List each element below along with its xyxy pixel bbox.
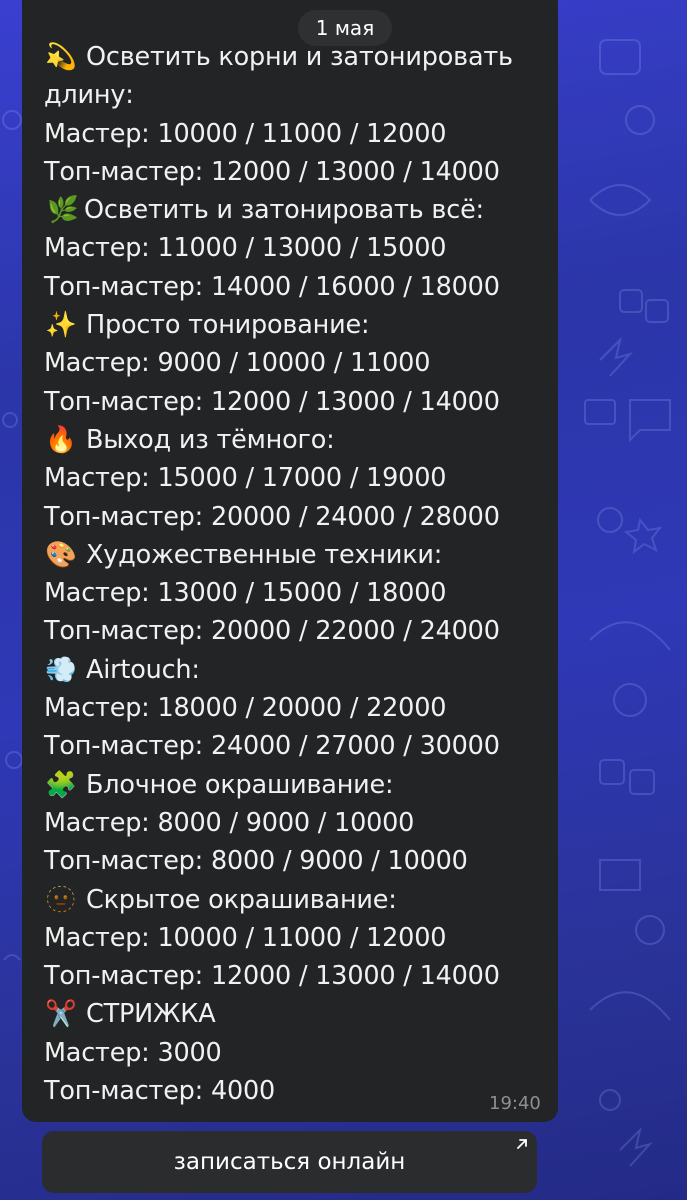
fire-icon: 🔥 bbox=[45, 424, 77, 455]
top-master-price: Топ-мастер: 8000 / 9000 / 10000 bbox=[44, 846, 468, 877]
top-master-price: Топ-мастер: 4000 bbox=[44, 1076, 276, 1107]
puzzle-icon: 🧩 bbox=[45, 769, 77, 800]
master-price: Мастер: 3000 bbox=[44, 1037, 222, 1068]
section-title-cont: длину: bbox=[44, 80, 134, 111]
master-price: Мастер: 11000 / 13000 / 15000 bbox=[44, 233, 447, 264]
external-link-arrow-icon bbox=[517, 1139, 527, 1149]
message-text: 💫 Осветить корни и затонировать длину: Ма… bbox=[44, 38, 544, 1110]
section-title: 🔥 Выход из тёмного: bbox=[44, 421, 544, 459]
master-price: Мастер: 13000 / 15000 / 18000 bbox=[44, 578, 447, 609]
scissors-icon: ✂️ bbox=[45, 999, 77, 1030]
top-master-price: Топ-мастер: 20000 / 24000 / 28000 bbox=[44, 501, 500, 532]
master-price: Мастер: 9000 / 10000 / 11000 bbox=[44, 348, 431, 379]
section-title: ✨ Просто тонирование: bbox=[44, 306, 544, 344]
master-price: Мастер: 10000 / 11000 / 12000 bbox=[44, 922, 447, 953]
book-online-button[interactable]: записаться онлайн bbox=[42, 1131, 537, 1193]
sparkles-icon: ✨ bbox=[45, 310, 77, 341]
section-title: 🎨 Художественные техники: bbox=[44, 536, 544, 574]
top-master-price: Топ-мастер: 12000 / 13000 / 14000 bbox=[44, 386, 500, 417]
top-master-price: Топ-мастер: 24000 / 27000 / 30000 bbox=[44, 731, 500, 762]
master-price: Мастер: 8000 / 9000 / 10000 bbox=[44, 807, 415, 838]
herb-icon: 🌿 bbox=[47, 195, 79, 226]
top-master-price: Топ-мастер: 12000 / 13000 / 14000 bbox=[44, 156, 500, 187]
book-online-label: записаться онлайн bbox=[173, 1149, 406, 1175]
section-title: 💫 Осветить корни и затонировать bbox=[44, 38, 544, 76]
section-title: 🌿 Осветить и затонировать всё: bbox=[44, 191, 544, 229]
top-master-price: Топ-мастер: 20000 / 22000 / 24000 bbox=[44, 616, 500, 647]
section-title: 🧩 Блочное окрашивание: bbox=[44, 766, 544, 804]
message-time: 19:40 bbox=[489, 1093, 541, 1114]
section-title: 🫥 Скрытое окрашивание: bbox=[44, 881, 544, 919]
top-master-price: Топ-мастер: 14000 / 16000 / 18000 bbox=[44, 271, 500, 302]
section-title: ✂️ СТРИЖКА bbox=[44, 995, 544, 1033]
section-title: 💨 Airtouch: bbox=[44, 651, 544, 689]
dotted-face-icon: 🫥 bbox=[45, 884, 77, 915]
chat-screen: 1 мая 💫 Осветить корни и затонировать дли… bbox=[0, 0, 687, 1200]
dizzy-icon: 💫 bbox=[45, 42, 77, 72]
master-price: Мастер: 10000 / 11000 / 12000 bbox=[44, 118, 447, 149]
top-master-price: Топ-мастер: 12000 / 13000 / 14000 bbox=[44, 961, 500, 992]
dash-icon: 💨 bbox=[45, 654, 77, 685]
master-price: Мастер: 18000 / 20000 / 22000 bbox=[44, 693, 447, 724]
master-price: Мастер: 15000 / 17000 / 19000 bbox=[44, 463, 447, 494]
palette-icon: 🎨 bbox=[45, 539, 77, 570]
